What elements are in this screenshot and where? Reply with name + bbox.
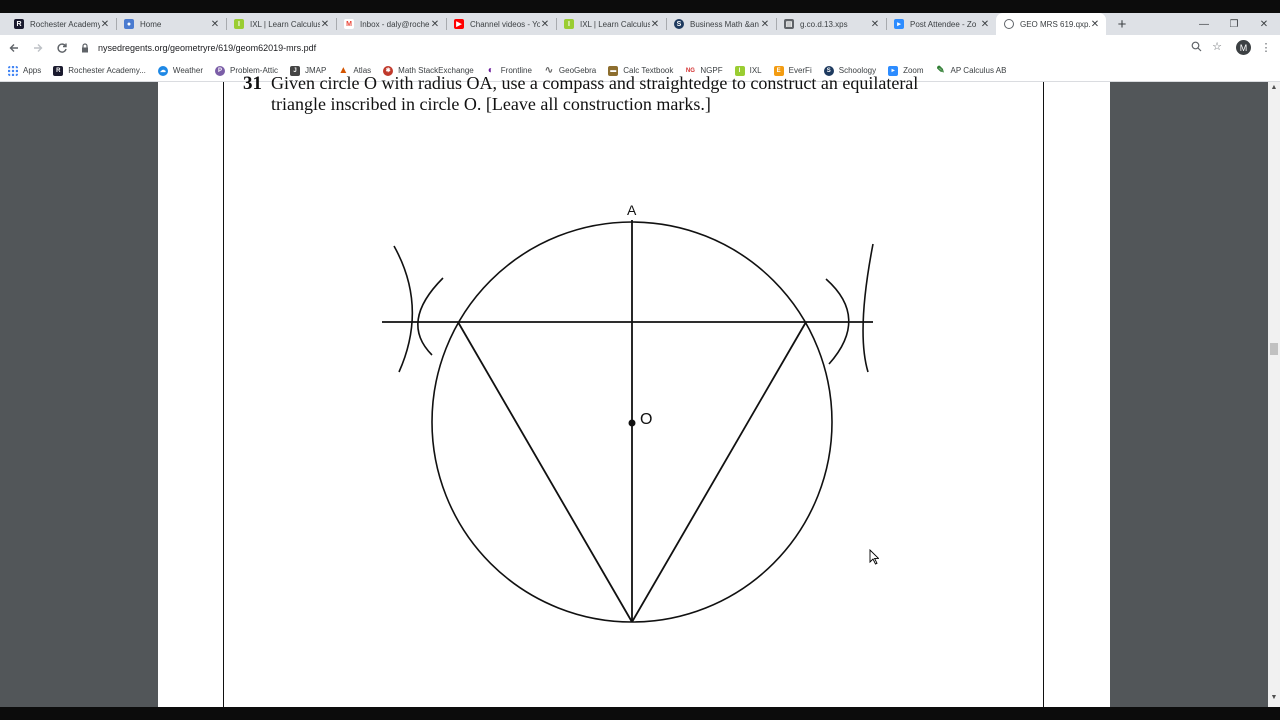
gmail-icon: M xyxy=(344,19,354,29)
label-a: A xyxy=(627,202,637,218)
globe-icon xyxy=(1004,19,1014,29)
close-icon[interactable]: ✕ xyxy=(100,19,110,30)
tab-strip: R Rochester Academy ✕ ● Home ✕ I IXL | L… xyxy=(0,13,1280,35)
rochester-icon: R xyxy=(53,65,64,76)
zoom-icon: ▸ xyxy=(894,19,904,29)
bookmark-apps[interactable]: Apps xyxy=(8,65,42,76)
label-o: O xyxy=(640,411,653,428)
tab-youtube[interactable]: ▶ Channel videos - Yo ✕ xyxy=(446,13,556,35)
mouse-cursor-icon xyxy=(869,549,879,565)
forward-arrow-icon[interactable] xyxy=(28,38,48,58)
lock-icon xyxy=(82,42,88,52)
close-icon[interactable]: ✕ xyxy=(430,19,440,30)
pdf-viewer[interactable]: 31 Given circle O with radius OA, use a … xyxy=(0,73,1280,707)
tab-ixl-calculus-2[interactable]: I IXL | Learn Calculus ✕ xyxy=(556,13,666,35)
tab-business-math[interactable]: S Business Math &an ✕ xyxy=(666,13,776,35)
schoology-icon: S xyxy=(674,19,684,29)
tab-title: GEO MRS 619.qxp... xyxy=(1020,19,1090,29)
url-text: nysedregents.org/geometryre/619/geom6201… xyxy=(98,42,317,53)
bottom-border xyxy=(0,707,1280,720)
bookmark-rochester[interactable]: R Rochester Academy... xyxy=(53,65,146,76)
bookmark-star-icon[interactable]: ☆ xyxy=(1210,39,1224,53)
tab-geo-pdf[interactable]: GEO MRS 619.qxp... ✕ xyxy=(996,13,1106,35)
tab-title: Home xyxy=(140,19,162,29)
tab-zoom-attendee[interactable]: ▸ Post Attendee - Zo ✕ xyxy=(886,13,996,35)
reload-icon[interactable] xyxy=(52,38,72,58)
globe-icon: ● xyxy=(124,19,134,29)
scroll-up-icon[interactable]: ▲ xyxy=(1268,84,1280,94)
tab-title: Channel videos - Yo xyxy=(470,19,540,29)
tab-rochester[interactable]: R Rochester Academy ✕ xyxy=(6,13,116,35)
close-icon[interactable]: ✕ xyxy=(980,19,990,30)
scroll-down-icon[interactable]: ▼ xyxy=(1268,694,1280,704)
construction-arc-left-1 xyxy=(393,245,414,373)
scrollbar-thumb[interactable] xyxy=(1270,343,1278,355)
problem-attic-icon: P xyxy=(215,65,225,76)
document-icon: ▤ xyxy=(784,19,794,29)
construction-arc-left-2 xyxy=(417,277,444,356)
more-menu-icon[interactable]: ⋮ xyxy=(1261,40,1272,55)
triangle-side-left xyxy=(457,321,633,623)
window-close-icon[interactable]: ✕ xyxy=(1249,13,1279,35)
top-border xyxy=(0,0,1280,13)
tab-ixl-calculus[interactable]: I IXL | Learn Calculus ✕ xyxy=(226,13,336,35)
restore-icon[interactable]: ❐ xyxy=(1219,13,1249,35)
bookmark-ap-calculus[interactable]: ✎ AP Calculus AB xyxy=(936,65,1007,76)
zoom-magnifier-icon[interactable] xyxy=(1189,39,1203,53)
back-arrow-icon[interactable] xyxy=(4,38,24,58)
close-icon[interactable]: ✕ xyxy=(210,19,220,30)
browser-toolbar: nysedregents.org/geometryre/619/geom6201… xyxy=(0,35,1280,60)
construction-arc-right-1 xyxy=(862,243,874,373)
new-tab-button[interactable]: + xyxy=(1112,13,1132,35)
close-icon[interactable]: ✕ xyxy=(540,19,550,30)
bookmark-label: AP Calculus AB xyxy=(950,66,1007,75)
ixl-icon: I xyxy=(234,19,244,29)
tab-title: Post Attendee - Zo xyxy=(910,19,977,29)
ixl-icon: I xyxy=(564,19,574,29)
tab-title: IXL | Learn Calculus xyxy=(250,19,320,29)
rochester-icon: R xyxy=(14,19,24,29)
vertical-scrollbar[interactable] xyxy=(1268,82,1280,707)
tab-title: IXL | Learn Calculus xyxy=(580,19,650,29)
tab-title: Business Math &an xyxy=(690,19,759,29)
weather-icon: ☁ xyxy=(157,65,168,76)
youtube-icon: ▶ xyxy=(454,19,464,29)
bookmark-label: Weather xyxy=(172,66,203,75)
tab-xps-file[interactable]: ▤ g.co.d.13.xps ✕ xyxy=(776,13,886,35)
center-point-o xyxy=(628,419,636,427)
tab-title: Inbox - daly@roche xyxy=(360,19,430,29)
close-icon[interactable]: ✕ xyxy=(760,19,770,30)
tab-gmail-inbox[interactable]: M Inbox - daly@roche ✕ xyxy=(336,13,446,35)
close-icon[interactable]: ✕ xyxy=(1090,19,1100,30)
bookmark-weather[interactable]: ☁ Weather xyxy=(157,65,203,76)
construction-diagram xyxy=(382,220,874,623)
tab-title: g.co.d.13.xps xyxy=(800,19,848,29)
ap-icon: ✎ xyxy=(936,65,945,76)
bookmark-label: Rochester Academy... xyxy=(68,66,146,75)
tab-title: Rochester Academy xyxy=(30,19,100,29)
profile-avatar[interactable]: M xyxy=(1236,40,1251,55)
close-icon[interactable]: ✕ xyxy=(650,19,660,30)
triangle-side-right xyxy=(631,321,807,623)
apps-grid-icon xyxy=(8,65,18,76)
bookmark-label: Apps xyxy=(23,66,42,75)
address-bar[interactable]: nysedregents.org/geometryre/619/geom6201… xyxy=(76,38,1236,57)
close-icon[interactable]: ✕ xyxy=(870,19,880,30)
close-icon[interactable]: ✕ xyxy=(320,19,330,30)
minimize-icon[interactable]: — xyxy=(1189,13,1219,35)
tab-home[interactable]: ● Home ✕ xyxy=(116,13,226,35)
